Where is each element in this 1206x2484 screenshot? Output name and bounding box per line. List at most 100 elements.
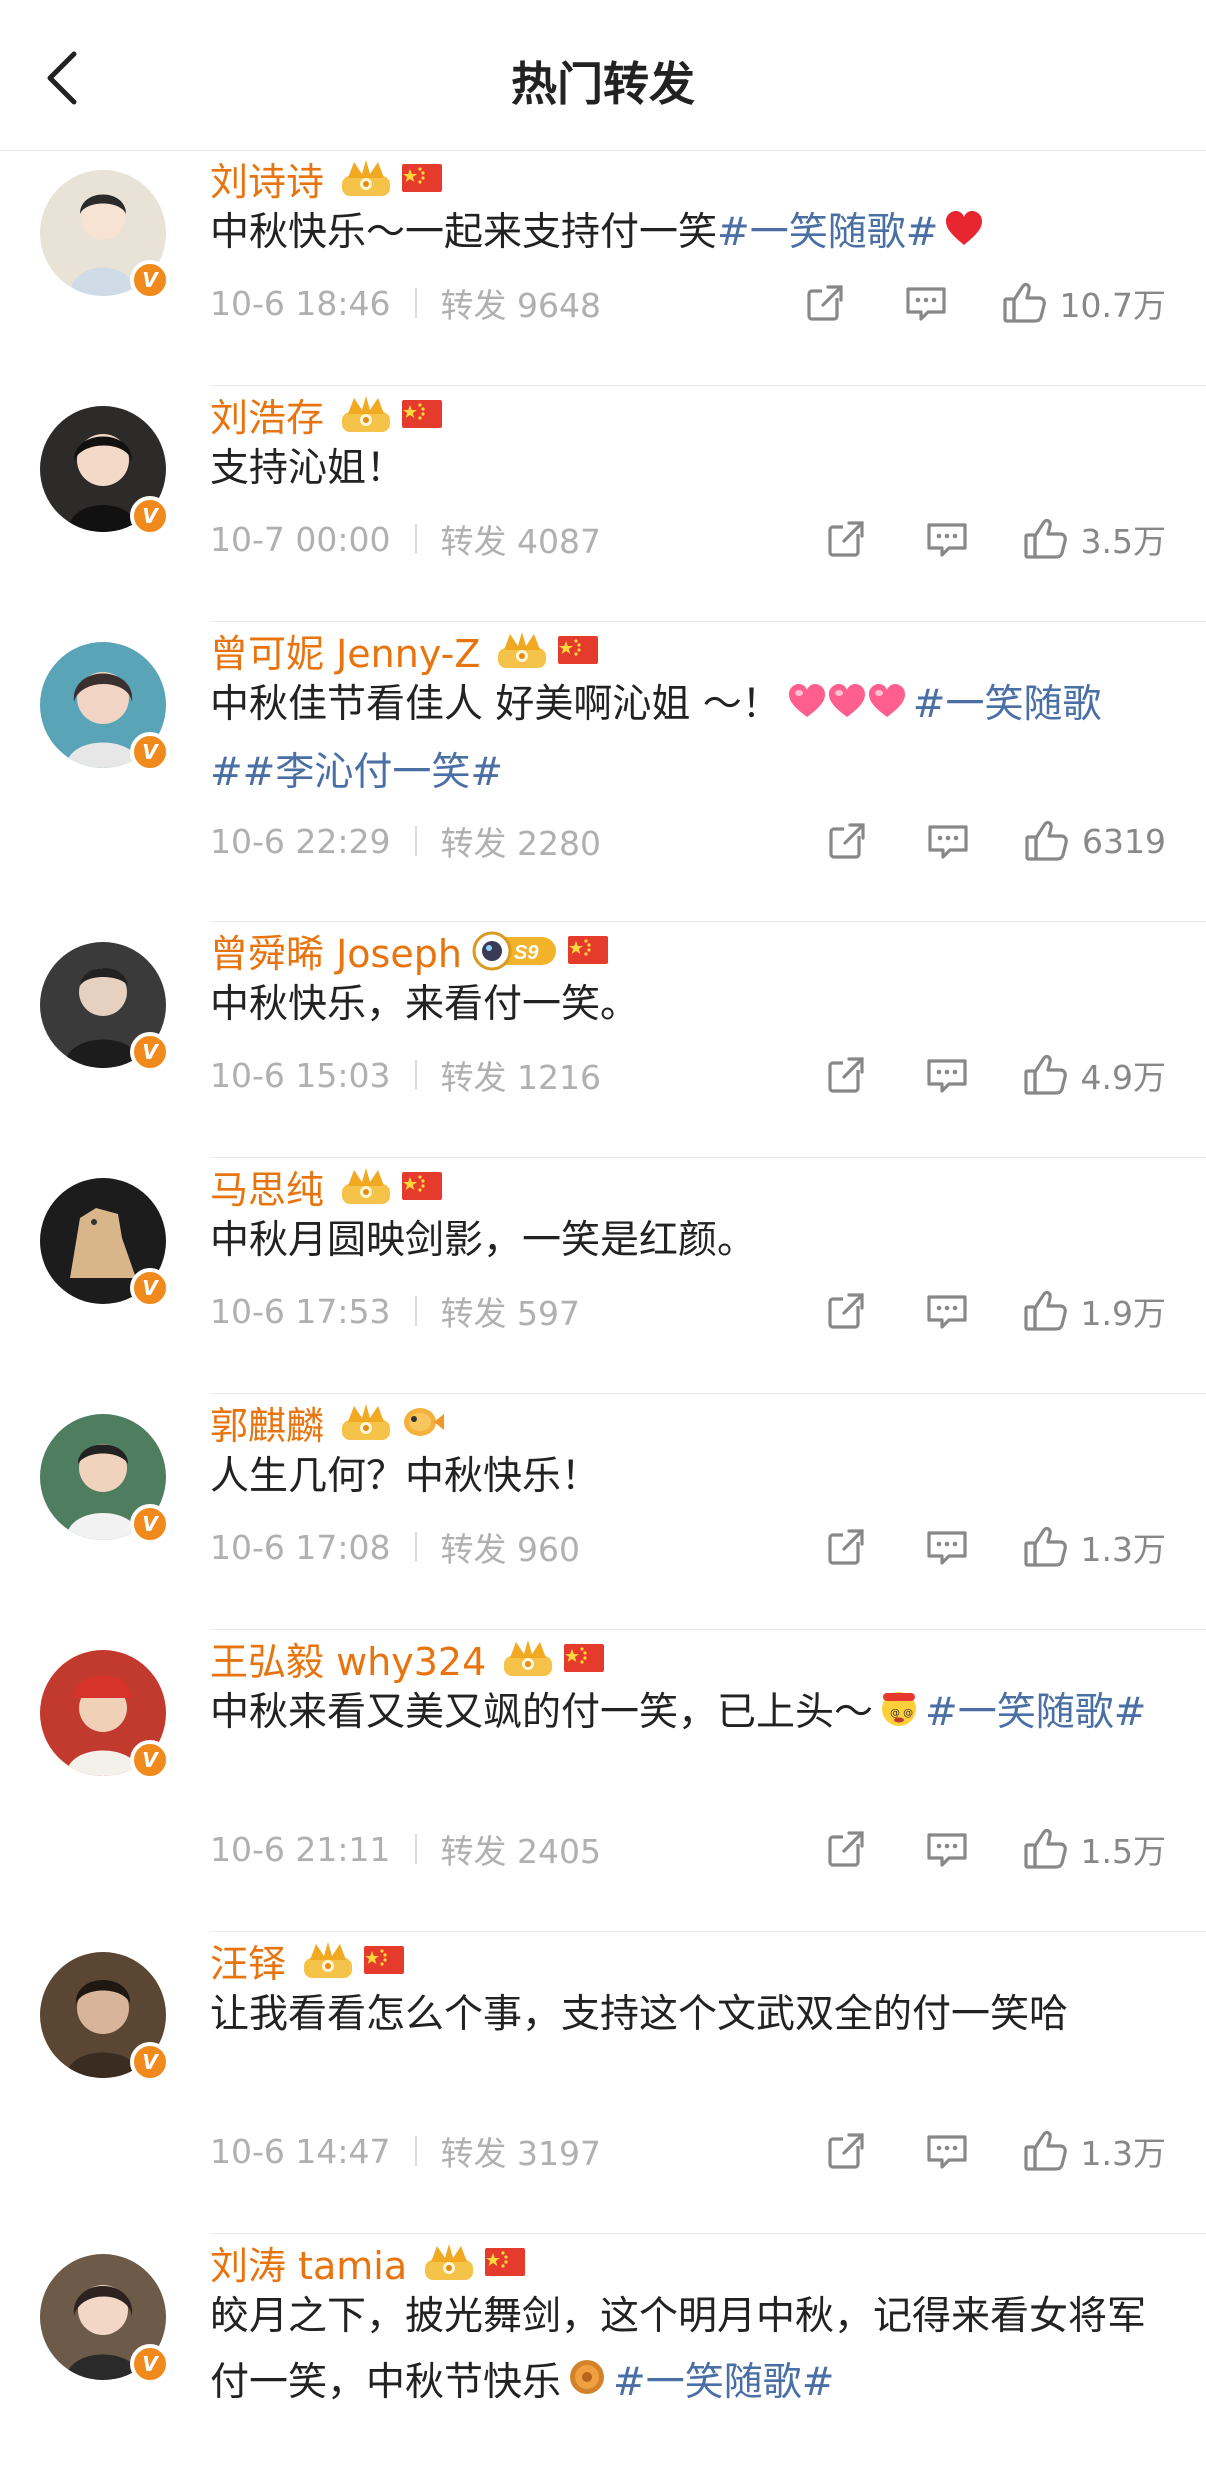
avatar[interactable]: V xyxy=(40,1178,170,1308)
post-meta: 10-6 17:53 转发 597 1.9万 xyxy=(210,1286,1166,1336)
verified-badge-icon: V xyxy=(130,496,170,536)
user-name[interactable]: 曾可妮 Jenny-Z xyxy=(210,623,480,678)
user-name[interactable]: 刘诗诗 xyxy=(210,151,324,206)
comment-button[interactable] xyxy=(925,1290,969,1332)
user-name[interactable]: 汪铎 xyxy=(210,1933,286,1988)
verified-badge-icon: V xyxy=(130,260,170,300)
post-actions: 10.7万 xyxy=(804,278,1166,328)
user-name-row: 郭麒麟 xyxy=(210,1394,446,1450)
user-name[interactable]: 曾舜晞 Joseph xyxy=(210,923,462,978)
repost-count: 转发 1216 xyxy=(440,1058,601,1097)
like-button[interactable]: 4.9万 xyxy=(1023,1051,1166,1099)
user-name[interactable]: 刘浩存 xyxy=(210,387,324,442)
avatar[interactable]: V xyxy=(40,942,170,1072)
repost-item[interactable]: V 刘浩存 支持沁姐！ 10-7 00:00 转发 4087 3.5万 xyxy=(0,386,1206,622)
like-button[interactable]: 1.9万 xyxy=(1023,1287,1166,1335)
avatar[interactable]: V xyxy=(40,1414,170,1544)
post-text-body: 中秋佳节看佳人 好美啊沁姐 ～！ xyxy=(210,682,781,727)
avatar[interactable]: V xyxy=(40,642,170,772)
user-name-row: 曾舜晞 Joseph S9 xyxy=(210,922,610,978)
comment-button[interactable] xyxy=(926,820,970,862)
like-button[interactable]: 3.5万 xyxy=(1023,515,1166,563)
share-button[interactable] xyxy=(825,2130,867,2172)
meta-divider xyxy=(414,1296,417,1326)
share-button[interactable] xyxy=(825,518,867,560)
comment-button[interactable] xyxy=(925,518,969,560)
share-button[interactable] xyxy=(826,820,868,862)
topic-hashtag-link[interactable]: #一笑随歌# xyxy=(717,210,938,255)
comment-button[interactable] xyxy=(925,1828,969,1870)
comment-button[interactable] xyxy=(925,1526,969,1568)
user-name[interactable]: 王弘毅 why324 xyxy=(210,1631,486,1686)
comment-button[interactable] xyxy=(904,282,948,324)
like-button[interactable]: 6319 xyxy=(1024,819,1166,863)
pink-heart-emoji-icon xyxy=(828,683,865,717)
share-button[interactable] xyxy=(825,1526,867,1568)
like-button[interactable]: 1.3万 xyxy=(1023,1523,1166,1571)
user-name-row: 刘浩存 xyxy=(210,386,444,442)
crown-badge-icon xyxy=(342,160,391,196)
repost-item[interactable]: V 王弘毅 why324 中秋来看又美又飒的付一笑，已上头～ @ @ #一笑随歌# 10-… xyxy=(0,1630,1206,1932)
avatar[interactable]: V xyxy=(40,406,170,536)
repost-item[interactable]: V 马思纯 中秋月圆映剑影，一笑是红颜。 10-6 17:53 转发 597 1.9万 xyxy=(0,1158,1206,1394)
thumbs-up-icon xyxy=(1023,1055,1067,1095)
repost-item[interactable]: V 曾舜晞 Joseph S9 中秋快乐，来看付一笑。 10-6 15:03 转发 121… xyxy=(0,922,1206,1158)
share-icon xyxy=(827,1057,864,1093)
repost-item[interactable]: V 曾可妮 Jenny-Z 中秋佳节看佳人 好美啊沁姐 ～！ #一笑随歌##李沁付一笑… xyxy=(0,622,1206,922)
verified-badge-icon: V xyxy=(130,1268,170,1308)
avatar[interactable]: V xyxy=(40,1650,170,1780)
post-timestamp: 10-6 17:08 xyxy=(210,1527,391,1567)
share-button[interactable] xyxy=(825,1290,867,1332)
avatar[interactable]: V xyxy=(40,2254,170,2384)
china-flag-icon xyxy=(558,636,599,664)
avatar[interactable]: V xyxy=(40,1952,170,2082)
post-actions: 4.9万 xyxy=(825,1050,1166,1100)
repost-item[interactable]: V 汪铎 让我看看怎么个事，支持这个文武双全的付一笑哈 10-6 14:47 转发 31… xyxy=(0,1932,1206,2234)
user-name[interactable]: 刘涛 tamia xyxy=(210,2235,407,2290)
like-button[interactable]: 1.5万 xyxy=(1023,1825,1166,1873)
emoji: @ @ xyxy=(879,1682,919,1748)
fish-badge-icon xyxy=(404,1408,445,1436)
share-icon xyxy=(829,823,865,859)
post-actions: 3.5万 xyxy=(825,514,1166,564)
post-text: 支持沁姐！ xyxy=(210,436,1150,502)
comment-icon xyxy=(926,1833,967,1867)
comment-button[interactable] xyxy=(925,2130,969,2172)
share-icon xyxy=(806,285,843,321)
post-timestamp: 10-6 14:47 xyxy=(210,2131,391,2171)
repost-item[interactable]: V 刘诗诗 中秋快乐～一起来支持付一笑#一笑随歌# 10-6 18:46 转发 9648… xyxy=(0,150,1206,386)
post-meta: 10-6 15:03 转发 1216 4.9万 xyxy=(210,1050,1166,1100)
verified-badge-icon: V xyxy=(130,2042,170,2082)
repost-item[interactable]: V 刘涛 tamia 皎月之下，披光舞剑，这个明月中秋，记得来看女将军付一笑，中秋节… xyxy=(0,2234,1206,2484)
share-button[interactable] xyxy=(804,282,846,324)
mooncake-emoji-icon xyxy=(570,2359,605,2394)
like-button[interactable]: 10.7万 xyxy=(1002,279,1166,327)
user-name[interactable]: 马思纯 xyxy=(210,1159,324,1214)
repost-item[interactable]: V 郭麒麟 人生几何？中秋快乐！ 10-6 17:08 转发 960 1.3万 xyxy=(0,1394,1206,1630)
emoji xyxy=(944,202,984,268)
repost-count: 转发 9648 xyxy=(440,286,601,325)
post-text-body: 中秋来看又美又飒的付一笑，已上头～ xyxy=(210,1690,874,1735)
user-name-row: 曾可妮 Jenny-Z xyxy=(210,622,600,678)
share-button[interactable] xyxy=(825,1054,867,1096)
share-icon xyxy=(827,1293,864,1329)
post-actions: 1.9万 xyxy=(825,1286,1166,1336)
page-title: 热门转发 xyxy=(511,57,695,111)
verified-badge-icon: V xyxy=(130,732,170,772)
crown-badge-icon xyxy=(425,2244,474,2280)
user-name[interactable]: 郭麒麟 xyxy=(210,1395,324,1450)
meta-divider xyxy=(414,826,417,856)
share-button[interactable] xyxy=(825,1828,867,1870)
topic-hashtag-link[interactable]: #一笑随歌# xyxy=(613,2360,834,2405)
post-actions: 1.5万 xyxy=(825,1824,1166,1874)
comment-button[interactable] xyxy=(925,1054,969,1096)
china-flag-icon xyxy=(485,2248,526,2276)
avatar[interactable]: V xyxy=(40,170,170,300)
topic-hashtag-link[interactable]: #一笑随歌# xyxy=(925,1690,1146,1735)
like-count: 4.9万 xyxy=(1080,1058,1166,1097)
post-timestamp: 10-7 00:00 xyxy=(210,519,391,559)
like-button[interactable]: 1.3万 xyxy=(1023,2127,1166,2175)
post-meta: 10-6 17:08 转发 960 1.3万 xyxy=(210,1522,1166,1572)
post-text: 中秋佳节看佳人 好美啊沁姐 ～！ #一笑随歌##李沁付一笑# xyxy=(210,672,1150,806)
crown-badge-icon xyxy=(504,1640,553,1676)
